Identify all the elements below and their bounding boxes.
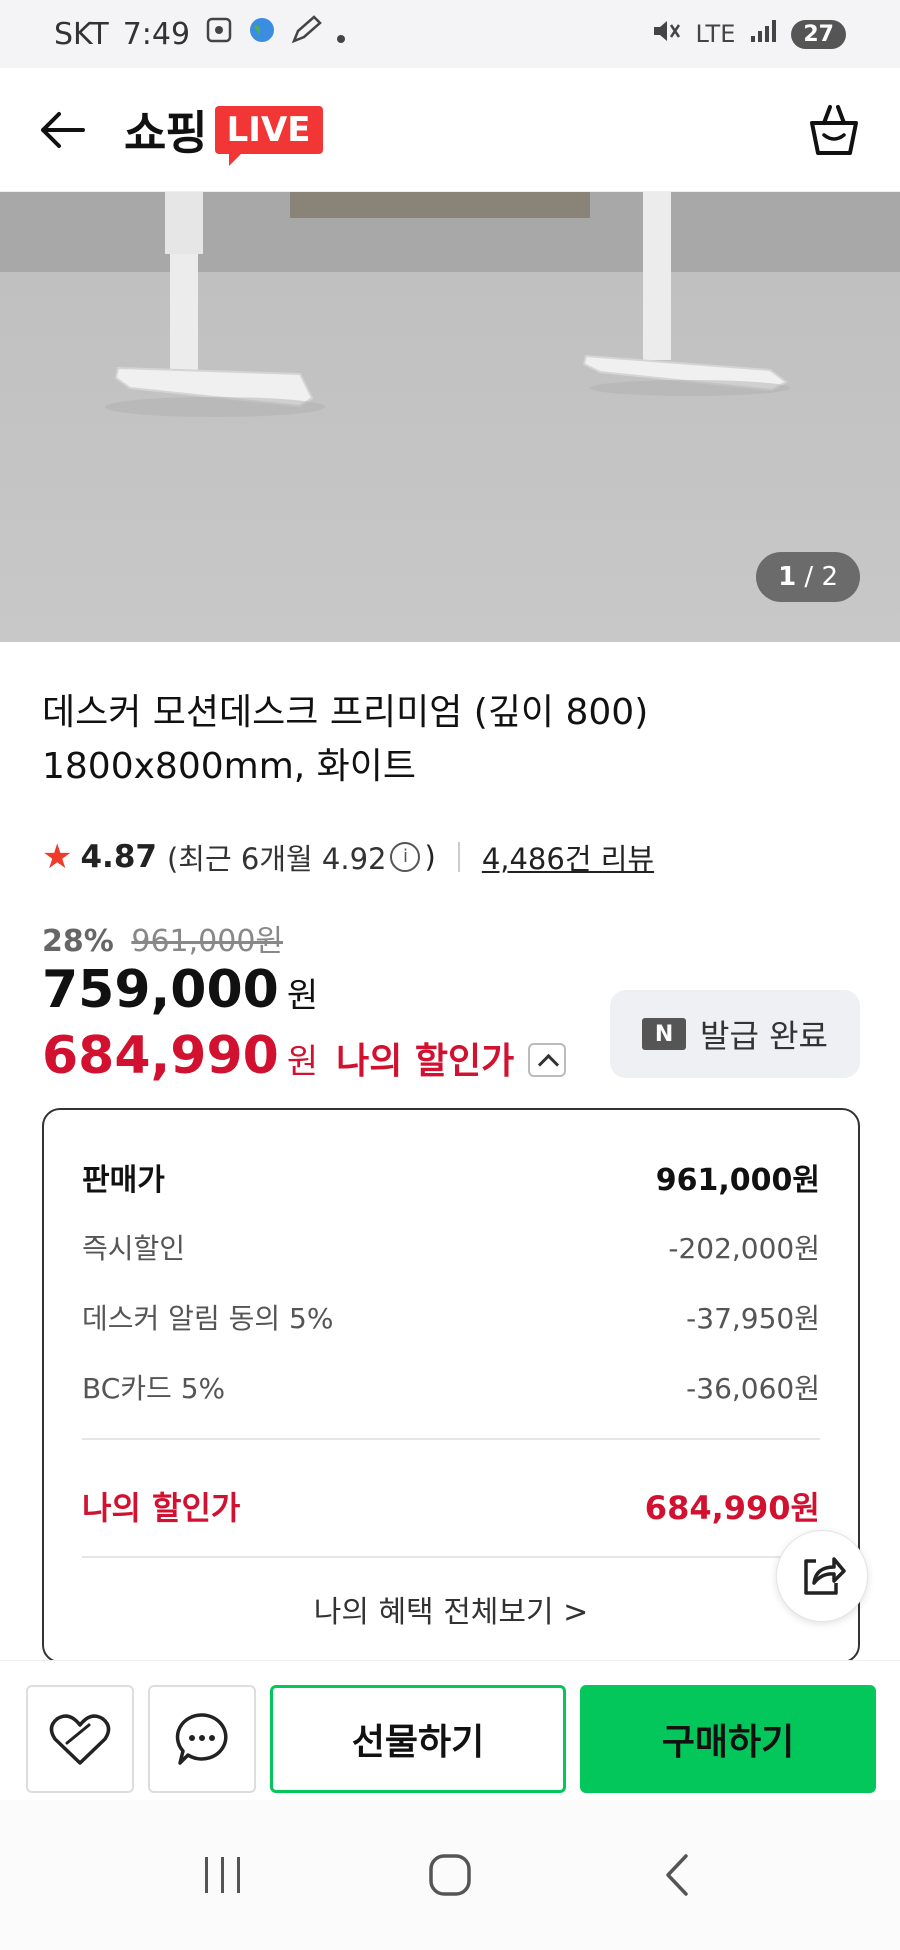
breakdown-row: 즉시할인 -202,000원 xyxy=(82,1212,820,1282)
breakdown-row: 데스커 알림 동의 5% -37,950원 xyxy=(82,1282,820,1352)
chat-bubble-icon xyxy=(175,1713,228,1765)
breakdown-label: BC카드 5% xyxy=(82,1372,226,1405)
breakdown-value: 961,000원 xyxy=(655,1163,820,1198)
product-image[interactable]: 1 / 2 xyxy=(0,192,900,642)
network-type: LTE xyxy=(695,20,736,48)
home-icon xyxy=(429,1854,471,1896)
status-left: SKT 7:49 xyxy=(54,15,346,53)
recent-rating-close: ) xyxy=(424,840,436,874)
breakdown-row: BC카드 5% -36,060원 xyxy=(82,1352,820,1422)
app-bar: 쇼핑 LIVE xyxy=(0,68,900,192)
collapse-chevron-up-icon[interactable] xyxy=(528,1043,567,1077)
clock: 7:49 xyxy=(122,16,191,52)
logo-text: 쇼핑 xyxy=(124,105,208,160)
chat-button[interactable] xyxy=(148,1685,256,1793)
bottom-action-bar: 선물하기 구매하기 xyxy=(0,1660,900,1800)
product-title-line1: 데스커 모션데스크 프리미엄 (깊이 800) xyxy=(42,692,649,733)
rating-row: ★ 4.87 (최근 6개월 4.92 i ) 4,486건 리뷰 xyxy=(42,836,654,878)
image-counter-current: 1 xyxy=(778,562,797,592)
rating-score: 4.87 xyxy=(80,839,157,875)
breakdown-total-label: 나의 할인가 xyxy=(82,1489,241,1527)
share-button[interactable] xyxy=(776,1530,868,1622)
status-right: LTE 27 xyxy=(651,17,846,51)
wishlist-button[interactable] xyxy=(26,1685,134,1793)
system-nav-bar xyxy=(0,1800,900,1950)
dot-icon xyxy=(336,17,346,52)
breakdown-value: -202,000원 xyxy=(668,1232,820,1265)
recent-apps-icon xyxy=(205,1857,241,1893)
back-button[interactable] xyxy=(36,104,88,156)
sale-price: 759,000 xyxy=(42,960,279,1020)
shopping-live-logo[interactable]: 쇼핑 LIVE xyxy=(124,97,323,166)
breakdown-value: -37,950원 xyxy=(686,1302,820,1335)
image-counter: 1 / 2 xyxy=(756,552,860,602)
naver-n-icon: N xyxy=(642,1018,687,1050)
buy-button[interactable]: 구매하기 xyxy=(580,1685,876,1793)
recent-rating: (최근 6개월 4.92 xyxy=(166,842,387,876)
rating-divider xyxy=(457,842,460,872)
price-breakdown-box: 판매가 961,000원 즉시할인 -202,000원 데스커 알림 동의 5%… xyxy=(42,1108,860,1663)
breakdown-value: -36,060원 xyxy=(686,1372,820,1405)
sale-price-row: 759,000 원 xyxy=(42,960,318,1020)
my-price-row: 684,990 원 나의 할인가 xyxy=(42,1026,567,1086)
info-icon[interactable]: i xyxy=(390,842,421,872)
original-price: 961,000원 xyxy=(131,924,284,959)
cart-button[interactable] xyxy=(804,100,864,160)
image-counter-total: / 2 xyxy=(804,562,838,592)
breakdown-total-row: 나의 할인가 684,990원 xyxy=(82,1456,820,1556)
coupon-label: 발급 완료 xyxy=(700,1017,828,1055)
recent-apps-button[interactable] xyxy=(183,1835,263,1915)
my-price-label: 나의 할인가 xyxy=(336,1041,515,1082)
discount-percent: 28% xyxy=(42,924,114,959)
status-bar: SKT 7:49 LTE 27 xyxy=(0,0,900,68)
product-title-line2: 1800x800mm, 화이트 xyxy=(42,746,417,787)
chevron-left-icon xyxy=(665,1854,688,1896)
carrier: SKT xyxy=(54,16,109,52)
my-price-currency: 원 xyxy=(286,1042,319,1082)
coupon-issued-button[interactable]: N 발급 완료 xyxy=(610,990,860,1078)
heart-icon xyxy=(49,1714,111,1765)
share-icon xyxy=(804,1557,846,1595)
product-title: 데스커 모션데스크 프리미엄 (깊이 800) 1800x800mm, 화이트 xyxy=(42,686,862,794)
globe-icon xyxy=(248,16,276,52)
gift-button[interactable]: 선물하기 xyxy=(270,1685,566,1793)
breakdown-divider xyxy=(82,1438,820,1440)
see-all-benefits-link[interactable]: 나의 혜택 전체보기 > xyxy=(82,1558,820,1658)
logo-live-badge: LIVE xyxy=(214,105,323,166)
review-count-link[interactable]: 4,486건 리뷰 xyxy=(482,836,654,878)
shopping-bag-icon xyxy=(810,104,858,155)
star-icon: ★ xyxy=(42,837,73,877)
breakdown-row: 판매가 961,000원 xyxy=(82,1142,820,1212)
sale-price-currency: 원 xyxy=(286,976,319,1016)
my-price: 684,990 xyxy=(42,1026,279,1086)
discount-row: 28% 961,000원 xyxy=(42,916,283,960)
breakdown-label: 데스커 알림 동의 5% xyxy=(82,1302,334,1335)
breakdown-label: 판매가 xyxy=(82,1163,165,1198)
mute-icon xyxy=(651,17,681,51)
signal-icon xyxy=(749,18,777,50)
battery-indicator: 27 xyxy=(791,19,846,49)
arrow-left-icon xyxy=(41,111,85,148)
home-button[interactable] xyxy=(410,1835,490,1915)
breakdown-label: 즉시할인 xyxy=(82,1232,186,1265)
breakdown-total-value: 684,990원 xyxy=(644,1489,820,1527)
pen-icon xyxy=(290,15,322,53)
screenshot-icon xyxy=(204,15,234,53)
nav-back-button[interactable] xyxy=(637,1835,717,1915)
